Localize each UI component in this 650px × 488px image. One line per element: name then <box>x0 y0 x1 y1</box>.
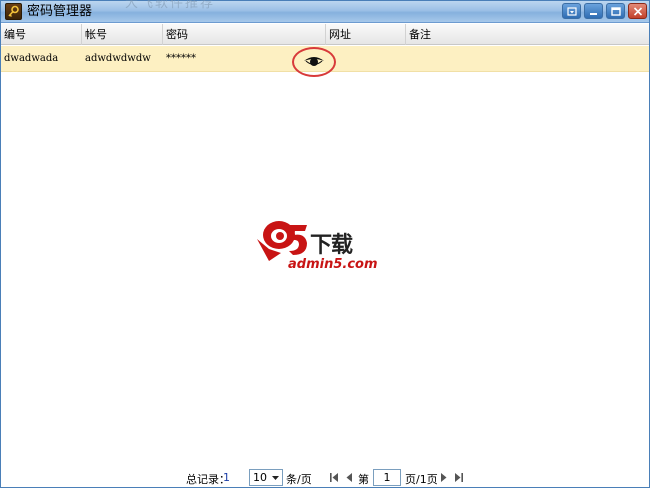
pager: 总记录： 1 10 条/页 第 1 页/1页 <box>1 467 649 488</box>
column-header-password[interactable]: 密码 <box>163 24 326 45</box>
eye-icon <box>304 57 324 66</box>
last-page-icon[interactable] <box>454 472 464 483</box>
table-header: 编号 帐号 密码 网址 备注 <box>1 24 649 45</box>
cell-account: adwdwdwdw <box>85 53 151 64</box>
column-header-id[interactable]: 编号 <box>1 24 82 45</box>
page-size-value: 10 <box>253 471 267 484</box>
page-label: 第 <box>358 473 369 486</box>
watermark-logo: 下载 admin5.com <box>255 215 400 275</box>
chevron-down-icon <box>272 476 279 480</box>
close-button[interactable] <box>628 3 647 19</box>
a5-logo-icon <box>257 221 307 261</box>
window-controls <box>562 3 647 19</box>
column-header-url[interactable]: 网址 <box>326 24 406 45</box>
brand-chinese: 下载 <box>310 233 353 258</box>
per-page-label: 条/页 <box>286 473 312 486</box>
column-header-note[interactable]: 备注 <box>406 24 649 45</box>
current-page-input[interactable]: 1 <box>373 469 401 486</box>
prev-page-icon[interactable] <box>344 472 354 483</box>
cell-note <box>406 46 649 72</box>
cell-password: ****** <box>166 53 196 64</box>
key-icon <box>5 3 22 20</box>
maximize-button[interactable] <box>606 3 625 19</box>
window-title: 密码管理器 <box>27 4 93 19</box>
minimize-button[interactable] <box>584 3 603 19</box>
restore-down-button[interactable] <box>562 3 581 19</box>
show-password-button[interactable] <box>292 47 336 77</box>
total-records-value: 1 <box>223 471 230 484</box>
password-manager-window: 大飞软件推荐 密码管理器 编号 帐号 密码 网址 备注 dwadwada adw… <box>0 0 650 488</box>
column-header-account[interactable]: 帐号 <box>82 24 163 45</box>
title-bar[interactable]: 大飞软件推荐 密码管理器 <box>1 0 649 23</box>
background-ghost-text: 大飞软件推荐 <box>125 0 216 11</box>
cell-id: dwadwada <box>4 53 59 64</box>
first-page-icon[interactable] <box>329 472 339 483</box>
page-size-select[interactable]: 10 <box>249 469 283 486</box>
total-pages-label: 页/1页 <box>405 473 438 486</box>
next-page-icon[interactable] <box>439 472 449 483</box>
cell-url <box>326 46 406 72</box>
brand-url: admin5.com <box>288 257 378 272</box>
